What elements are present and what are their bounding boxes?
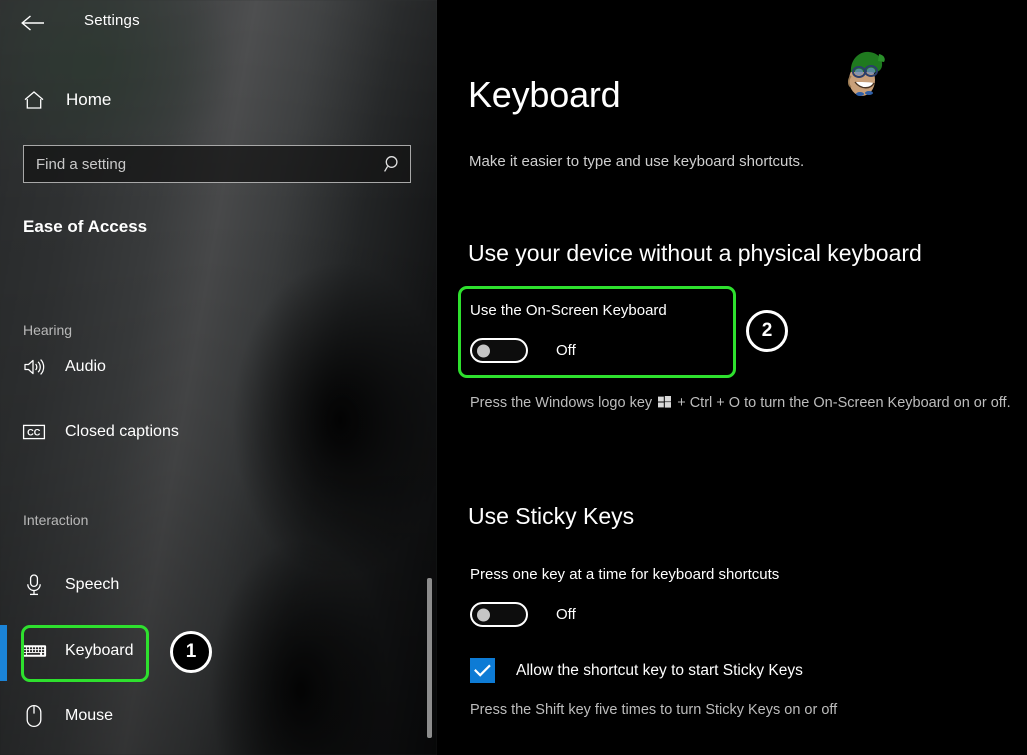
mouse-icon bbox=[21, 703, 47, 729]
sidebar-item-home[interactable]: Home bbox=[0, 82, 437, 118]
audio-speaker-icon bbox=[21, 354, 47, 380]
toggle-knob bbox=[477, 608, 490, 621]
settings-main-pane: Keyboard Make it easier to type and use … bbox=[437, 0, 1027, 755]
sticky-keys-shortcut-checkbox-row[interactable]: Allow the shortcut key to start Sticky K… bbox=[470, 658, 803, 683]
annotation-callout-1: 1 bbox=[170, 631, 212, 673]
sticky-keys-label: Press one key at a time for keyboard sho… bbox=[470, 566, 780, 583]
search-box[interactable] bbox=[23, 145, 411, 183]
sidebar-item-audio-label: Audio bbox=[65, 358, 106, 375]
search-icon[interactable] bbox=[376, 146, 410, 182]
microphone-icon bbox=[21, 572, 47, 598]
sidebar-item-closed-captions-label: Closed captions bbox=[65, 423, 179, 440]
page-title: Keyboard bbox=[468, 74, 621, 115]
sidebar-item-audio[interactable]: Audio bbox=[0, 345, 437, 389]
sidebar-group-interaction-label: Interaction bbox=[23, 512, 89, 528]
back-arrow-icon[interactable] bbox=[16, 7, 50, 39]
sticky-keys-toggle[interactable] bbox=[470, 602, 528, 627]
closed-captions-icon: CC bbox=[21, 419, 47, 445]
sidebar-item-home-label: Home bbox=[66, 90, 112, 109]
settings-sidebar: Settings Home Find a setting Ease of Acc… bbox=[0, 0, 437, 755]
toggle-knob bbox=[477, 344, 490, 357]
window-titlebar: Settings bbox=[0, 0, 437, 46]
sidebar-item-mouse-label: Mouse bbox=[65, 707, 114, 724]
sidebar-item-keyboard[interactable]: Keyboard bbox=[0, 629, 437, 673]
search-input[interactable] bbox=[24, 155, 376, 173]
section-heading-sticky-keys: Use Sticky Keys bbox=[468, 503, 635, 529]
keyboard-icon bbox=[21, 638, 47, 664]
sidebar-item-keyboard-label: Keyboard bbox=[65, 642, 134, 659]
sidebar-item-mouse[interactable]: Mouse bbox=[0, 694, 437, 738]
sticky-keys-toggle-row: Off bbox=[470, 602, 576, 627]
sticky-keys-helper-text: Press the Shift key five times to turn S… bbox=[470, 702, 838, 718]
sidebar-item-speech-label: Speech bbox=[65, 576, 120, 593]
page-subtitle: Make it easier to type and use keyboard … bbox=[469, 153, 805, 170]
sidebar-item-closed-captions[interactable]: CC Closed captions bbox=[0, 410, 437, 454]
onscreen-keyboard-toggle-state: Off bbox=[556, 342, 576, 359]
home-icon bbox=[22, 88, 46, 112]
sidebar-item-speech[interactable]: Speech bbox=[0, 563, 437, 607]
onscreen-keyboard-toggle-row: Off bbox=[470, 338, 576, 363]
annotation-callout-2: 2 bbox=[746, 310, 788, 352]
section-heading-physical-keyboard: Use your device without a physical keybo… bbox=[468, 240, 922, 266]
sidebar-group-hearing-label: Hearing bbox=[23, 322, 73, 338]
sidebar-scrollbar-thumb[interactable] bbox=[427, 578, 432, 738]
svg-text:CC: CC bbox=[27, 428, 41, 438]
onscreen-keyboard-toggle[interactable] bbox=[470, 338, 528, 363]
windows-logo-icon bbox=[658, 394, 672, 408]
sidebar-category-heading: Ease of Access bbox=[23, 217, 148, 236]
sticky-keys-toggle-state: Off bbox=[556, 606, 576, 623]
sticky-keys-shortcut-checkbox[interactable] bbox=[470, 658, 495, 683]
onscreen-keyboard-helper-text: Press the Windows logo key + Ctrl + O to… bbox=[470, 393, 1015, 414]
app-title: Settings bbox=[84, 12, 140, 29]
sticky-keys-shortcut-checkbox-label: Allow the shortcut key to start Sticky K… bbox=[516, 661, 803, 679]
sidebar-selection-indicator bbox=[0, 625, 7, 681]
onscreen-keyboard-label: Use the On-Screen Keyboard bbox=[470, 302, 667, 319]
settings-window: Settings Home Find a setting Ease of Acc… bbox=[0, 0, 1027, 755]
sidebar-scrollbar[interactable] bbox=[425, 0, 434, 755]
helper-text-before-logo: Press the Windows logo key bbox=[470, 395, 657, 411]
helper-text-after-logo: + Ctrl + O to turn the On-Screen Keyboar… bbox=[673, 395, 1011, 411]
cartoon-avatar-green-beret-icon bbox=[835, 42, 897, 104]
